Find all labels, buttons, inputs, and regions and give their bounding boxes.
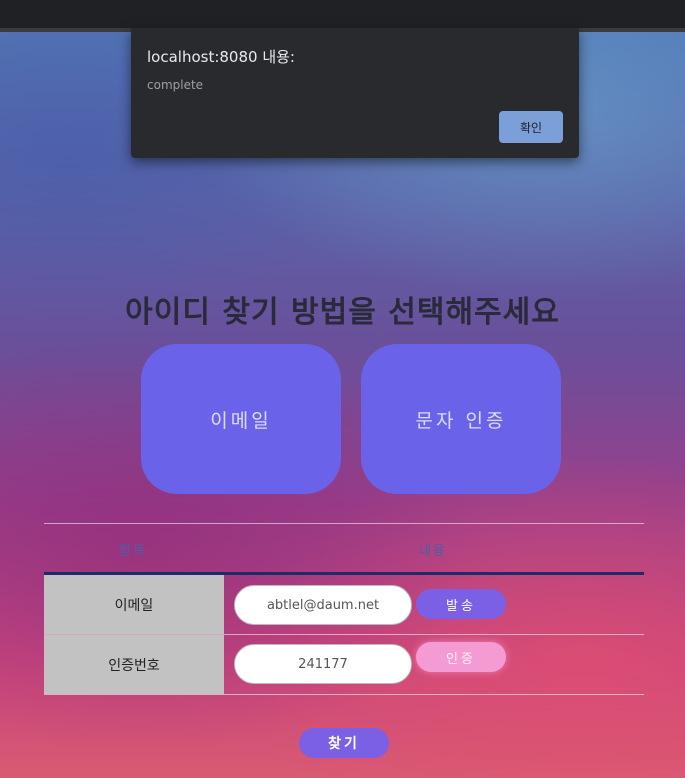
table-row: 인증번호 인증	[44, 635, 644, 694]
email-method-button[interactable]: 이메일	[141, 344, 341, 494]
table-header-content: 내용	[419, 544, 447, 559]
alert-title: localhost:8080 내용:	[147, 48, 295, 66]
verify-button[interactable]: 인증	[416, 642, 506, 672]
table-header-item: 항목	[119, 544, 147, 559]
code-row-label: 인증번호	[44, 635, 224, 694]
table-top-divider	[44, 523, 644, 524]
sms-method-button[interactable]: 문자 인증	[361, 344, 561, 494]
verification-code-field[interactable]	[234, 644, 412, 684]
row-divider	[44, 694, 644, 695]
find-button[interactable]: 찾기	[299, 728, 389, 758]
alert-dialog: localhost:8080 내용: complete 확인	[131, 28, 579, 158]
table-row: 이메일 발송	[44, 575, 644, 634]
alert-message: complete	[147, 78, 204, 92]
send-code-button[interactable]: 발송	[416, 589, 506, 619]
email-row-label: 이메일	[44, 575, 224, 634]
alert-ok-button[interactable]: 확인	[499, 111, 563, 143]
browser-top-bar	[0, 0, 685, 28]
email-field[interactable]	[234, 585, 412, 625]
page-title: 아이디 찾기 방법을 선택해주세요	[125, 295, 560, 330]
